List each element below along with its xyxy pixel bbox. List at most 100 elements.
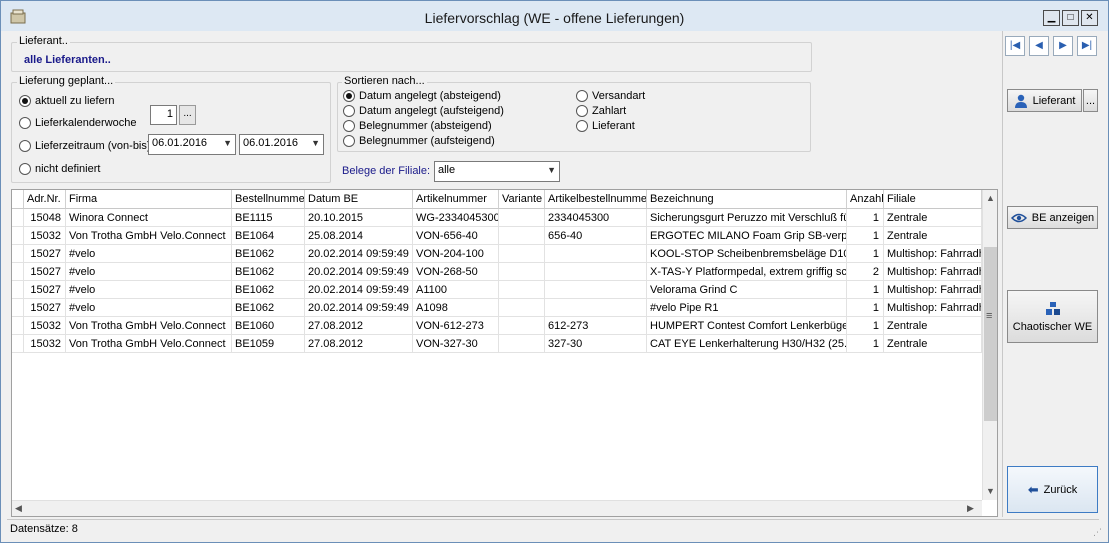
table-cell[interactable]: HUMPERT Contest Comfort Lenkerbügel (647, 317, 847, 335)
table-cell[interactable]: 20.02.2014 09:59:49 (305, 263, 413, 281)
table-cell[interactable]: 15032 (24, 227, 66, 245)
column-header[interactable]: Adr.Nr. (24, 190, 66, 209)
table-cell[interactable] (499, 227, 545, 245)
table-cell[interactable]: 1 (847, 317, 884, 335)
column-header[interactable]: Filiale (884, 190, 982, 209)
table-cell[interactable]: 20.10.2015 (305, 209, 413, 227)
sort-beleg-absteigend[interactable]: Belegnummer (absteigend) (343, 120, 492, 132)
lieferant-button[interactable]: Lieferant (1007, 89, 1082, 112)
sort-versandart[interactable]: Versandart (576, 90, 645, 102)
sort-zahlart[interactable]: Zahlart (576, 105, 626, 117)
table-cell[interactable]: BE1115 (232, 209, 305, 227)
table-cell[interactable]: Zentrale (884, 227, 982, 245)
chevron-down-icon[interactable]: ▼ (223, 138, 232, 148)
table-cell[interactable] (499, 245, 545, 263)
radio-indicator[interactable] (19, 140, 31, 152)
table-cell[interactable]: 27.08.2012 (305, 317, 413, 335)
table-cell[interactable]: VON-656-40 (413, 227, 499, 245)
table-cell[interactable] (499, 299, 545, 317)
table-cell[interactable]: Multishop: Fahrradh (884, 263, 982, 281)
table-cell[interactable]: BE1062 (232, 281, 305, 299)
nav-next-button[interactable]: ▶ (1053, 36, 1073, 56)
chevron-down-icon[interactable]: ▼ (311, 138, 320, 148)
table-cell[interactable]: VON-327-30 (413, 335, 499, 353)
table-cell[interactable]: #velo (66, 245, 232, 263)
nav-first-button[interactable]: |◀ (1005, 36, 1025, 56)
table-cell[interactable] (545, 299, 647, 317)
table-cell[interactable]: VON-268-50 (413, 263, 499, 281)
sort-datum-absteigend[interactable]: Datum angelegt (absteigend) (343, 90, 501, 102)
column-header[interactable]: Firma (66, 190, 232, 209)
filiale-select[interactable]: alle ▼ (434, 161, 560, 182)
table-cell[interactable]: X-TAS-Y Platformpedal, extrem griffig sc… (647, 263, 847, 281)
table-cell[interactable]: 15032 (24, 317, 66, 335)
kw-picker-button[interactable]: ... (179, 105, 196, 125)
table-cell[interactable]: #velo Pipe R1 (647, 299, 847, 317)
table-cell[interactable]: A1098 (413, 299, 499, 317)
table-cell[interactable]: 1 (847, 299, 884, 317)
table-cell[interactable]: 2334045300 (545, 209, 647, 227)
radio-indicator[interactable] (19, 117, 31, 129)
lieferant-more-button[interactable]: ... (1083, 89, 1098, 112)
table-cell[interactable] (499, 335, 545, 353)
table-cell[interactable]: 1 (847, 245, 884, 263)
table-cell[interactable]: 656-40 (545, 227, 647, 245)
table-cell[interactable]: VON-612-273 (413, 317, 499, 335)
table-cell[interactable]: Winora Connect (66, 209, 232, 227)
sort-beleg-aufsteigend[interactable]: Belegnummer (aufsteigend) (343, 135, 495, 147)
radio-indicator[interactable] (576, 105, 588, 117)
table-cell[interactable]: 25.08.2014 (305, 227, 413, 245)
row-indicator[interactable] (12, 263, 24, 281)
table-cell[interactable]: BE1059 (232, 335, 305, 353)
table-cell[interactable]: 15027 (24, 281, 66, 299)
row-indicator[interactable] (12, 245, 24, 263)
minimize-button[interactable]: ▁ (1043, 10, 1060, 26)
table-cell[interactable]: Multishop: Fahrradh (884, 245, 982, 263)
table-cell[interactable]: 1 (847, 281, 884, 299)
row-indicator[interactable] (12, 227, 24, 245)
row-indicator[interactable] (12, 299, 24, 317)
resize-grip-icon[interactable]: ⋰ (1093, 527, 1102, 538)
column-header[interactable]: Artikelbestellnummer (545, 190, 647, 209)
table-cell[interactable] (499, 281, 545, 299)
column-header[interactable]: Datum BE (305, 190, 413, 209)
be-anzeigen-button[interactable]: BE anzeigen (1007, 206, 1098, 229)
table-cell[interactable] (499, 209, 545, 227)
table-cell[interactable]: 1 (847, 209, 884, 227)
table-cell[interactable]: CAT EYE Lenkerhalterung H30/H32 (25.4 (647, 335, 847, 353)
zurueck-button[interactable]: ⬅ Zurück (1007, 466, 1098, 513)
horizontal-scrollbar[interactable]: ◀ ▶ (12, 500, 982, 516)
radio-indicator[interactable] (576, 120, 588, 132)
column-header[interactable]: Bestellnummer (232, 190, 305, 209)
sort-datum-aufsteigend[interactable]: Datum angelegt (aufsteigend) (343, 105, 504, 117)
table-cell[interactable]: BE1060 (232, 317, 305, 335)
date-to-picker[interactable]: 06.01.2016 ▼ (239, 134, 324, 155)
date-from-picker[interactable]: 06.01.2016 ▼ (148, 134, 236, 155)
column-header[interactable]: Bezeichnung (647, 190, 847, 209)
radio-indicator[interactable] (343, 120, 355, 132)
radio-nicht-definiert[interactable]: nicht definiert (19, 163, 100, 175)
nav-prev-button[interactable]: ◀ (1029, 36, 1049, 56)
close-button[interactable]: ✕ (1081, 10, 1098, 26)
table-cell[interactable]: Multishop: Fahrradh (884, 281, 982, 299)
table-cell[interactable]: BE1062 (232, 299, 305, 317)
row-indicator[interactable] (12, 209, 24, 227)
restore-button[interactable]: □ (1062, 10, 1079, 26)
table-cell[interactable]: BE1062 (232, 263, 305, 281)
table-cell[interactable]: Zentrale (884, 317, 982, 335)
data-grid[interactable]: Adr.Nr. Firma Bestellnummer Datum BE Artikel… (11, 189, 998, 517)
table-cell[interactable]: Von Trotha GmbH Velo.Connect (66, 227, 232, 245)
table-cell[interactable]: 2 (847, 263, 884, 281)
table-cell[interactable]: #velo (66, 281, 232, 299)
chevron-down-icon[interactable]: ▼ (547, 165, 556, 175)
table-cell[interactable]: #velo (66, 299, 232, 317)
table-cell[interactable]: 15048 (24, 209, 66, 227)
table-cell[interactable]: 1 (847, 227, 884, 245)
row-indicator[interactable] (12, 317, 24, 335)
table-cell[interactable]: WG-2334045300 (413, 209, 499, 227)
table-cell[interactable]: Von Trotha GmbH Velo.Connect (66, 317, 232, 335)
table-cell[interactable]: 15032 (24, 335, 66, 353)
scroll-thumb[interactable] (984, 247, 997, 421)
nav-last-button[interactable]: ▶| (1077, 36, 1097, 56)
vertical-scrollbar[interactable]: ▲ ≡ ▼ (982, 190, 997, 500)
